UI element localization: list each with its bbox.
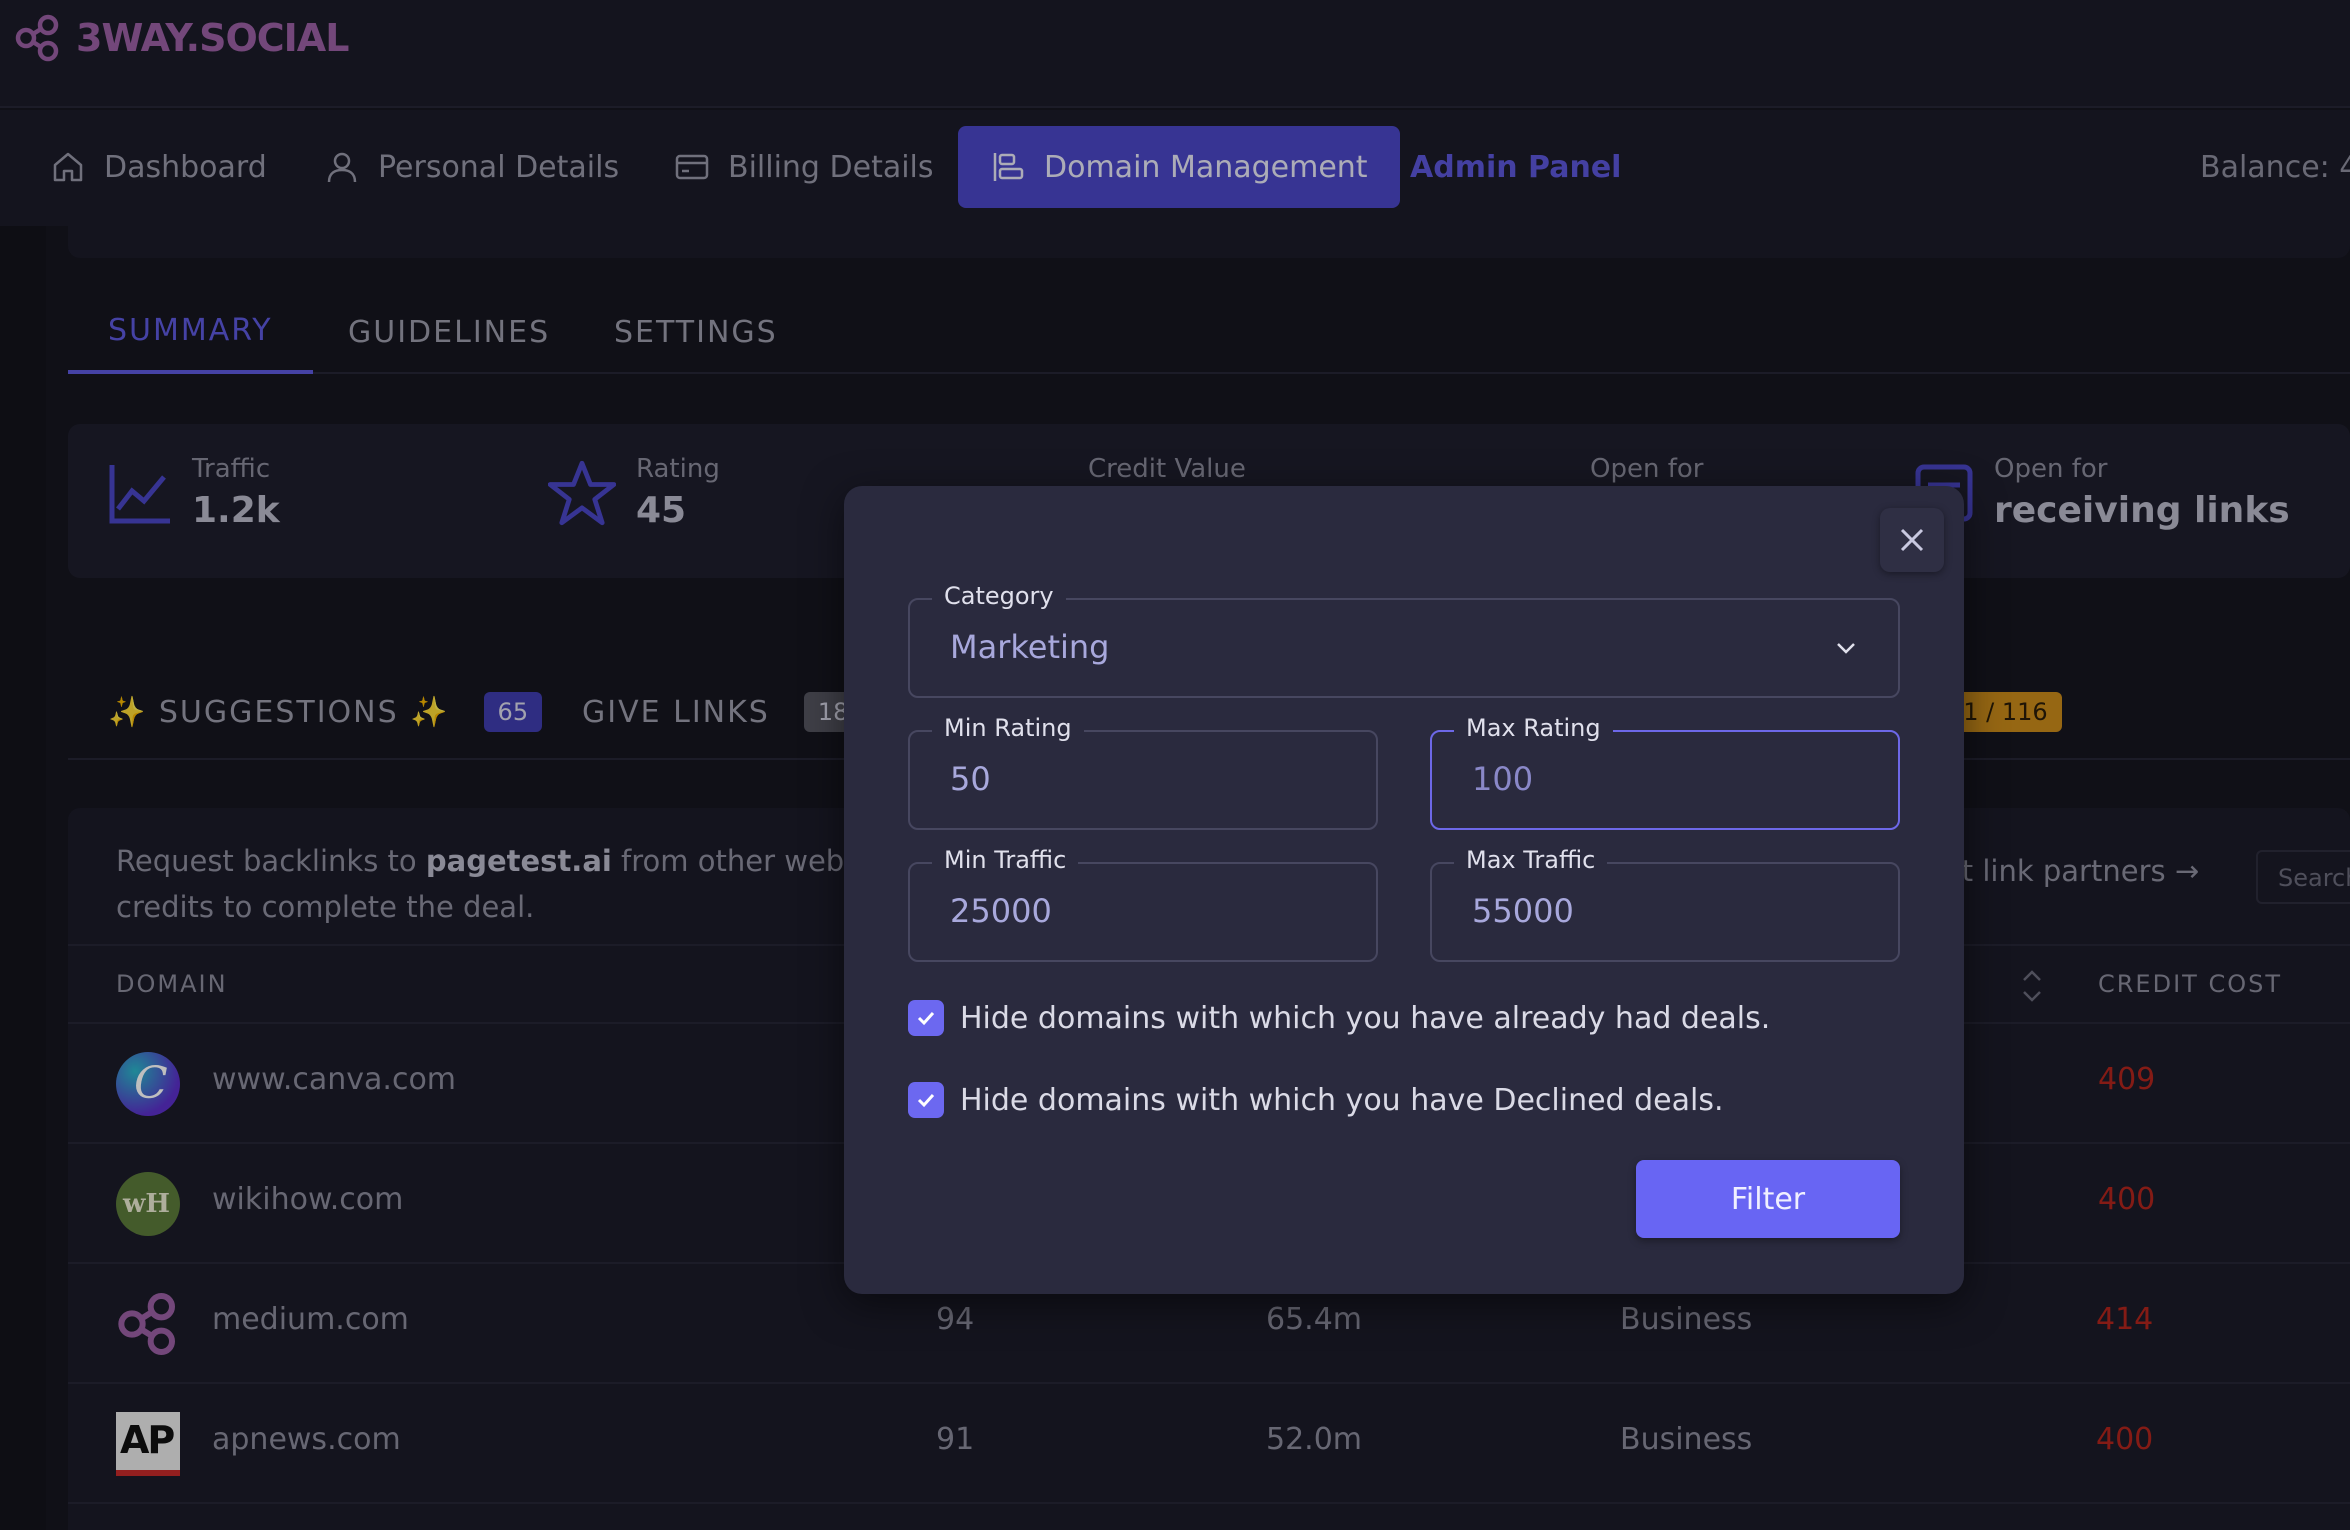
category-label: Category [932, 582, 1066, 610]
max-rating-field[interactable]: Max Rating 100 [1430, 714, 1900, 830]
hide-had-deals-option[interactable]: Hide domains with which you have already… [908, 1000, 1770, 1036]
filter-modal: Category Marketing Min Rating 50 Max Rat… [844, 486, 1964, 1294]
hide-had-deals-label: Hide domains with which you have already… [960, 1000, 1771, 1036]
chevron-down-icon [1837, 643, 1855, 654]
max-traffic-field[interactable]: Max Traffic 55000 [1430, 846, 1900, 962]
max-traffic-label: Max Traffic [1454, 846, 1608, 874]
hide-declined-deals-option[interactable]: Hide domains with which you have Decline… [908, 1082, 1724, 1118]
min-rating-field[interactable]: Min Rating 50 [908, 714, 1378, 830]
max-rating-value: 100 [1472, 760, 1534, 798]
category-select[interactable]: Category Marketing [908, 582, 1900, 698]
hide-declined-deals-label: Hide domains with which you have Decline… [960, 1082, 1724, 1118]
max-traffic-value: 55000 [1472, 892, 1574, 930]
min-rating-label: Min Rating [932, 714, 1084, 742]
min-rating-value: 50 [950, 760, 991, 798]
hide-had-deals-checkbox[interactable] [908, 1000, 944, 1036]
category-value: Marketing [950, 628, 1110, 666]
check-icon [917, 1011, 935, 1026]
min-traffic-field[interactable]: Min Traffic 25000 [908, 846, 1378, 962]
close-icon [1900, 528, 1924, 552]
min-traffic-label: Min Traffic [932, 846, 1079, 874]
close-button[interactable] [1880, 508, 1944, 572]
min-traffic-value: 25000 [950, 892, 1052, 930]
hide-declined-deals-checkbox[interactable] [908, 1082, 944, 1118]
max-rating-label: Max Rating [1454, 714, 1613, 742]
check-icon [917, 1093, 935, 1108]
filter-button[interactable]: Filter [1636, 1160, 1900, 1238]
